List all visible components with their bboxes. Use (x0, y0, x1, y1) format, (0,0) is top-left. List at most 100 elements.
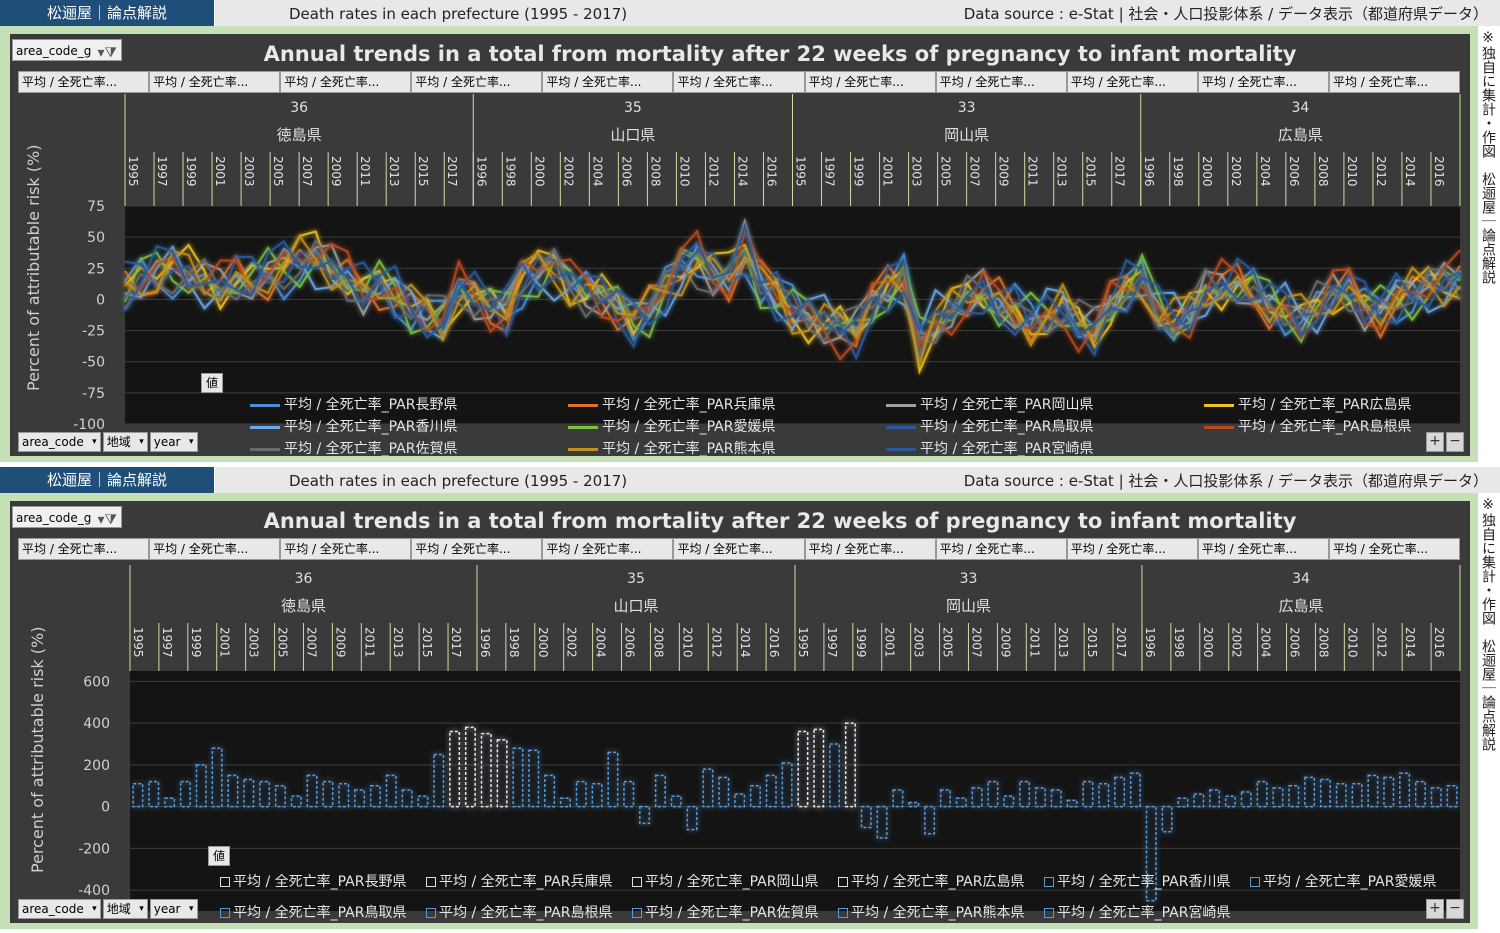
year-tick-label: 1996 (474, 156, 488, 187)
field-button[interactable]: 平均 / 全死亡率... (542, 71, 674, 93)
legend-label: 平均 / 全死亡率_PAR佐賀県 (284, 441, 458, 456)
area-code-filter[interactable]: area_code_g ▾⧩ (12, 506, 122, 528)
field-button[interactable]: 平均 / 全死亡率... (280, 71, 412, 93)
legend-label: 平均 / 全死亡率_PAR兵庫県 (602, 397, 776, 413)
year-tick-label: 2005 (941, 627, 955, 658)
legend-item: 平均 / 全死亡率_PAR佐賀県 (250, 438, 457, 456)
page-title: Death rates in each prefecture (1995 - 2… (289, 5, 628, 23)
legend-label: 平均 / 全死亡率_PAR兵庫県 (439, 874, 613, 890)
field-button[interactable]: 平均 / 全死亡率... (673, 71, 805, 93)
field-button[interactable]: 平均 / 全死亡率... (18, 71, 150, 93)
year-tick-label: 2003 (242, 156, 256, 187)
row-button-year[interactable]: year (149, 432, 198, 452)
legend-item: 平均 / 全死亡率_PAR島根県 (426, 902, 612, 922)
y-tick-label: -50 (82, 355, 105, 371)
field-button[interactable]: 平均 / 全死亡率... (1197, 71, 1329, 93)
year-tick-label: 2007 (300, 156, 314, 187)
legend-swatch (426, 877, 436, 887)
field-button[interactable]: 平均 / 全死亡率... (1328, 538, 1461, 560)
field-button[interactable]: 平均 / 全死亡率... (1066, 538, 1198, 560)
legend-item: 平均 / 全死亡率_PAR鳥取県 (886, 416, 1093, 436)
brand-label: 松逦屋｜論点解説 (0, 467, 214, 493)
value-tag[interactable]: 値 (208, 846, 231, 866)
legend-item: 平均 / 全死亡率_PAR岡山県 (632, 871, 818, 891)
collapse-button[interactable]: − (1446, 899, 1464, 919)
field-button[interactable]: 平均 / 全死亡率... (411, 71, 543, 93)
row-field-buttons: area_code 地域 year (18, 432, 200, 452)
field-button[interactable]: 平均 / 全死亡率... (280, 538, 412, 560)
group-name-label: 岡山県 (946, 597, 991, 615)
field-button[interactable]: 平均 / 全死亡率... (411, 538, 543, 560)
legend-label: 平均 / 全死亡率_PAR宮崎県 (1057, 905, 1231, 921)
year-tick-label: 2015 (416, 156, 430, 187)
legend-label: 平均 / 全死亡率_PAR岡山県 (645, 874, 819, 890)
year-tick-label: 1997 (155, 156, 169, 187)
legend-label: 平均 / 全死亡率_PAR広島県 (1238, 397, 1412, 413)
year-tick-label: 2014 (1403, 627, 1417, 658)
year-tick-label: 2010 (1345, 156, 1359, 187)
expand-button[interactable]: + (1426, 899, 1444, 919)
y-tick-label: 600 (83, 674, 110, 690)
field-button[interactable]: 平均 / 全死亡率... (149, 538, 281, 560)
y-tick-label: -400 (78, 883, 110, 899)
field-button[interactable]: 平均 / 全死亡率... (149, 71, 281, 93)
year-tick-label: 2007 (969, 627, 983, 658)
legend-item: 平均 / 全死亡率_PAR香川県 (250, 416, 457, 436)
year-tick-label: 2004 (1259, 627, 1273, 658)
filter-label: area_code_g (16, 44, 92, 58)
row-button-year[interactable]: year (149, 899, 198, 919)
value-tag[interactable]: 値 (201, 373, 224, 393)
group-name-label: 山口県 (610, 126, 655, 144)
row-button-region[interactable]: 地域 (102, 432, 148, 452)
expand-button[interactable]: + (1426, 432, 1444, 452)
legend-item: 平均 / 全死亡率_PAR兵庫県 (568, 394, 775, 414)
year-tick-label: 1996 (1142, 156, 1156, 187)
year-tick-label: 2008 (651, 627, 665, 658)
y-tick-label: 200 (83, 758, 110, 774)
field-button[interactable]: 平均 / 全死亡率... (804, 71, 936, 93)
row-button-region[interactable]: 地域 (102, 899, 148, 919)
year-tick-label: 2017 (445, 156, 459, 187)
field-button[interactable]: 平均 / 全死亡率... (935, 538, 1067, 560)
field-button[interactable]: 平均 / 全死亡率... (1066, 71, 1198, 93)
year-tick-label: 2015 (1084, 156, 1098, 187)
header-bar: Death rates in each prefecture (1995 - 2… (215, 0, 1500, 26)
group-name-label: 岡山県 (944, 126, 989, 144)
legend-swatch (838, 908, 848, 918)
year-tick-label: 2013 (1055, 156, 1069, 187)
year-tick-label: 2013 (387, 156, 401, 187)
legend-swatch (250, 403, 280, 407)
field-button[interactable]: 平均 / 全死亡率... (673, 538, 805, 560)
field-button[interactable]: 平均 / 全死亡率... (804, 538, 936, 560)
legend-item: 平均 / 全死亡率_PAR長野県 (250, 394, 457, 414)
year-tick-label: 1999 (852, 156, 866, 187)
legend-label: 平均 / 全死亡率_PAR鳥取県 (233, 905, 407, 921)
year-tick-label: 1995 (126, 156, 140, 187)
field-button[interactable]: 平均 / 全死亡率... (1328, 71, 1461, 93)
legend: 平均 / 全死亡率_PAR長野県 平均 / 全死亡率_PAR兵庫県 平均 / 全死亡… (250, 394, 1450, 456)
legend-item: 平均 / 全死亡率_PAR島根県 (1204, 416, 1411, 436)
area-code-filter[interactable]: area_code_g ▾⧩ (12, 39, 122, 61)
row-button-area-code[interactable]: area_code (18, 899, 101, 919)
field-button[interactable]: 平均 / 全死亡率... (542, 538, 674, 560)
filter-label: area_code_g (16, 511, 92, 525)
legend-swatch (1044, 877, 1054, 887)
year-tick-label: 2006 (1288, 627, 1302, 658)
row-button-area-code[interactable]: area_code (18, 432, 101, 452)
line-chart: 75 50 25 0 -25 -50 -75 -100 36 徳島県 1995 1997 1999 200… (10, 34, 1470, 456)
legend-swatch (838, 877, 848, 887)
field-button[interactable]: 平均 / 全死亡率... (935, 71, 1067, 93)
year-tick-label: 2000 (1200, 156, 1214, 187)
field-button[interactable]: 平均 / 全死亡率... (1197, 538, 1329, 560)
legend-label: 平均 / 全死亡率_PAR島根県 (439, 905, 613, 921)
collapse-button[interactable]: − (1446, 432, 1464, 452)
year-tick-label: 2008 (1316, 627, 1330, 658)
panel-header: 松逦屋｜論点解説 Death rates in each prefecture … (0, 467, 1500, 493)
year-tick-label: 2004 (594, 627, 608, 658)
y-tick-label: -25 (82, 324, 105, 340)
year-tick-label: 1997 (825, 627, 839, 658)
year-tick-label: 2000 (536, 627, 550, 658)
field-button[interactable]: 平均 / 全死亡率... (18, 538, 150, 560)
y-axis-label: Percent of attributable risk (%) (24, 144, 43, 391)
year-tick-label: 2009 (329, 156, 343, 187)
